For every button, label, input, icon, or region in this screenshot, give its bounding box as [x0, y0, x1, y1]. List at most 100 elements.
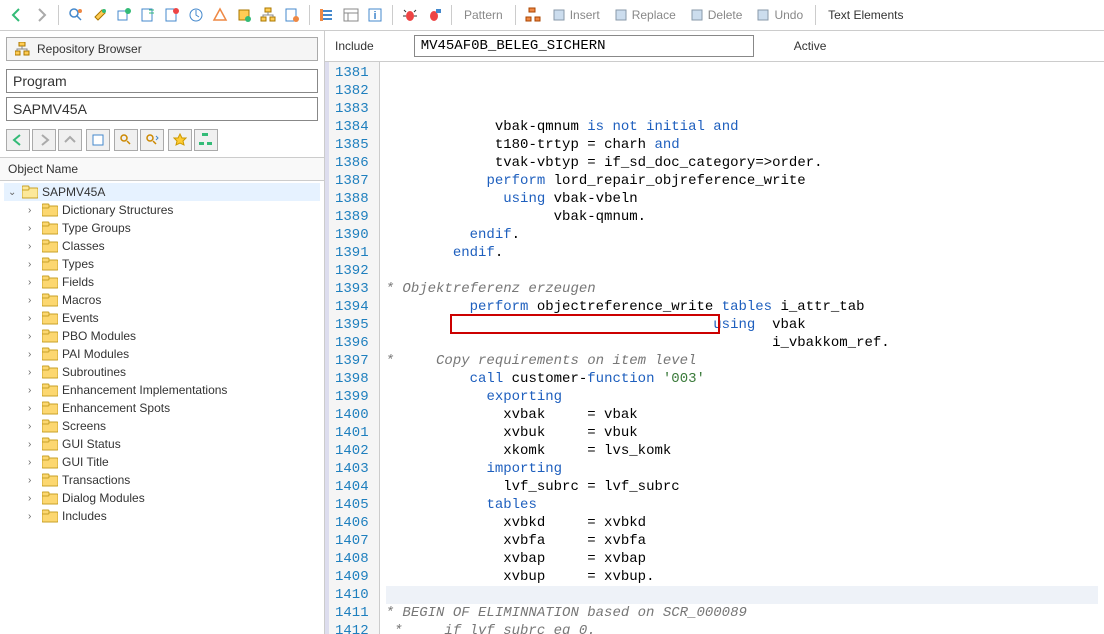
debug2-icon[interactable]	[423, 4, 445, 26]
nav-find-next-icon[interactable]	[140, 129, 164, 151]
chevron-right-icon: ›	[28, 241, 38, 252]
tree-item[interactable]: ›Dialog Modules	[4, 489, 320, 507]
tree-item[interactable]: ›Screens	[4, 417, 320, 435]
code-line[interactable]: call customer-function '003'	[386, 370, 1098, 388]
replace-button[interactable]: Replace	[608, 6, 682, 24]
code-line[interactable]: tvak-vbtyp = if_sd_doc_category=>order.	[386, 154, 1098, 172]
help-icon[interactable]	[281, 4, 303, 26]
line-number: 1390	[335, 226, 369, 244]
hierarchy-icon[interactable]	[257, 4, 279, 26]
code-line[interactable]: xvbap = xvbap	[386, 550, 1098, 568]
include-value-input[interactable]	[414, 35, 754, 57]
other-object-icon[interactable]	[113, 4, 135, 26]
line-number: 1403	[335, 460, 369, 478]
nav-back-icon[interactable]	[6, 129, 30, 151]
tree-item-label: Macros	[62, 293, 101, 307]
tree-item[interactable]: ›Type Groups	[4, 219, 320, 237]
tree-item[interactable]: › Classes	[4, 237, 320, 255]
tree-item[interactable]: ›Fields	[4, 273, 320, 291]
code-line[interactable]: using vbak-vbeln	[386, 190, 1098, 208]
tree-item[interactable]: ›Events	[4, 309, 320, 327]
folder-icon	[42, 239, 58, 253]
tree-item[interactable]: ›Subroutines	[4, 363, 320, 381]
code-line[interactable]: exporting	[386, 388, 1098, 406]
back-icon[interactable]	[6, 4, 28, 26]
code-line[interactable]: * Copy requirements on item level	[386, 352, 1098, 370]
tree-item[interactable]: ›Enhancement Spots	[4, 399, 320, 417]
code-line[interactable]: * Objektreferenz erzeugen	[386, 280, 1098, 298]
text-elements-button[interactable]: Text Elements	[822, 6, 909, 24]
code-line[interactable]: xvbuk = vbuk	[386, 424, 1098, 442]
code-line[interactable]: xvbup = xvbup.	[386, 568, 1098, 586]
code-line[interactable]: xvbkd = xvbkd	[386, 514, 1098, 532]
test-icon[interactable]	[233, 4, 255, 26]
tree-item[interactable]: ›Enhancement Implementations	[4, 381, 320, 399]
tree-item[interactable]: ›Types	[4, 255, 320, 273]
delete-button[interactable]: Delete	[684, 6, 749, 24]
tree-item[interactable]: ›GUI Status	[4, 435, 320, 453]
pattern-button[interactable]: Pattern	[458, 6, 509, 24]
code-line[interactable]: tables	[386, 496, 1098, 514]
nav-forward-icon[interactable]	[32, 129, 56, 151]
tree-root[interactable]: ⌄ SAPMV45A	[4, 183, 320, 201]
code-line[interactable]: vbak-qmnum is not initial and	[386, 118, 1098, 136]
pretty-print-icon[interactable]	[522, 4, 544, 26]
tree-item[interactable]: ›Transactions	[4, 471, 320, 489]
code-line[interactable]: * if lvf_subrc eq 0.	[386, 622, 1098, 634]
code-line[interactable]	[386, 262, 1098, 280]
code-line[interactable]: endif.	[386, 226, 1098, 244]
change-icon[interactable]	[89, 4, 111, 26]
tree-item-label: Classes	[62, 239, 105, 253]
hierarchy-icon	[15, 42, 31, 56]
code-line[interactable]: lvf_subrc = lvf_subrc	[386, 478, 1098, 496]
code-line[interactable]: xvbak = vbak	[386, 406, 1098, 424]
activate-icon[interactable]	[161, 4, 183, 26]
code-line[interactable]	[386, 586, 1098, 604]
tree-item[interactable]: ›Macros	[4, 291, 320, 309]
tree-item[interactable]: ›PBO Modules	[4, 327, 320, 345]
code-line[interactable]: perform lord_repair_objreference_write	[386, 172, 1098, 190]
object-tree[interactable]: ⌄ SAPMV45A ›Dictionary Structures›Type G…	[0, 181, 324, 634]
forward-icon[interactable]	[30, 4, 52, 26]
execute-icon[interactable]	[185, 4, 207, 26]
code-area[interactable]: vbak-qmnum is not initial and t180-trtyp…	[380, 62, 1104, 634]
nav-display-icon[interactable]	[86, 129, 110, 151]
include-label: Include	[335, 39, 374, 53]
nav-find-icon[interactable]	[114, 129, 138, 151]
line-number: 1396	[335, 334, 369, 352]
code-line[interactable]: xkomk = lvs_komk	[386, 442, 1098, 460]
tree-item[interactable]: ›PAI Modules	[4, 345, 320, 363]
debug-icon[interactable]	[399, 4, 421, 26]
line-number: 1393	[335, 280, 369, 298]
insert-button[interactable]: Insert	[546, 6, 606, 24]
main-toolbar: i Pattern Insert Replace Delete Undo Tex…	[0, 0, 1104, 31]
folder-open-icon	[22, 185, 38, 199]
nav-tree-icon[interactable]	[194, 129, 218, 151]
svg-text:i: i	[373, 10, 376, 22]
nav-up-icon[interactable]	[58, 129, 82, 151]
where-used-icon[interactable]	[209, 4, 231, 26]
tree-item[interactable]: ›Includes	[4, 507, 320, 525]
info-icon[interactable]: i	[364, 4, 386, 26]
code-editor[interactable]: 1381138213831384138513861387138813891390…	[325, 62, 1104, 634]
code-line[interactable]: vbak-qmnum.	[386, 208, 1098, 226]
code-line[interactable]: i_vbakkom_ref.	[386, 334, 1098, 352]
layout-icon[interactable]	[340, 4, 362, 26]
object-name-input[interactable]: SAPMV45A	[6, 97, 318, 121]
chevron-right-icon: ›	[28, 457, 38, 468]
object-type-input[interactable]: Program	[6, 69, 318, 93]
display-icon[interactable]	[65, 4, 87, 26]
line-number: 1381	[335, 64, 369, 82]
tree-item-label: Dictionary Structures	[62, 203, 173, 217]
tree-item[interactable]: ›GUI Title	[4, 453, 320, 471]
check-icon[interactable]	[137, 4, 159, 26]
code-line[interactable]: * BEGIN OF ELIMINNATION based on SCR_000…	[386, 604, 1098, 622]
nav-favorite-icon[interactable]	[168, 129, 192, 151]
breakpoint-icon[interactable]	[316, 4, 338, 26]
undo-button[interactable]: Undo	[750, 6, 809, 24]
code-line[interactable]: endif.	[386, 244, 1098, 262]
code-line[interactable]: importing	[386, 460, 1098, 478]
code-line[interactable]: xvbfa = xvbfa	[386, 532, 1098, 550]
code-line[interactable]: t180-trtyp = charh and	[386, 136, 1098, 154]
tree-item[interactable]: ›Dictionary Structures	[4, 201, 320, 219]
